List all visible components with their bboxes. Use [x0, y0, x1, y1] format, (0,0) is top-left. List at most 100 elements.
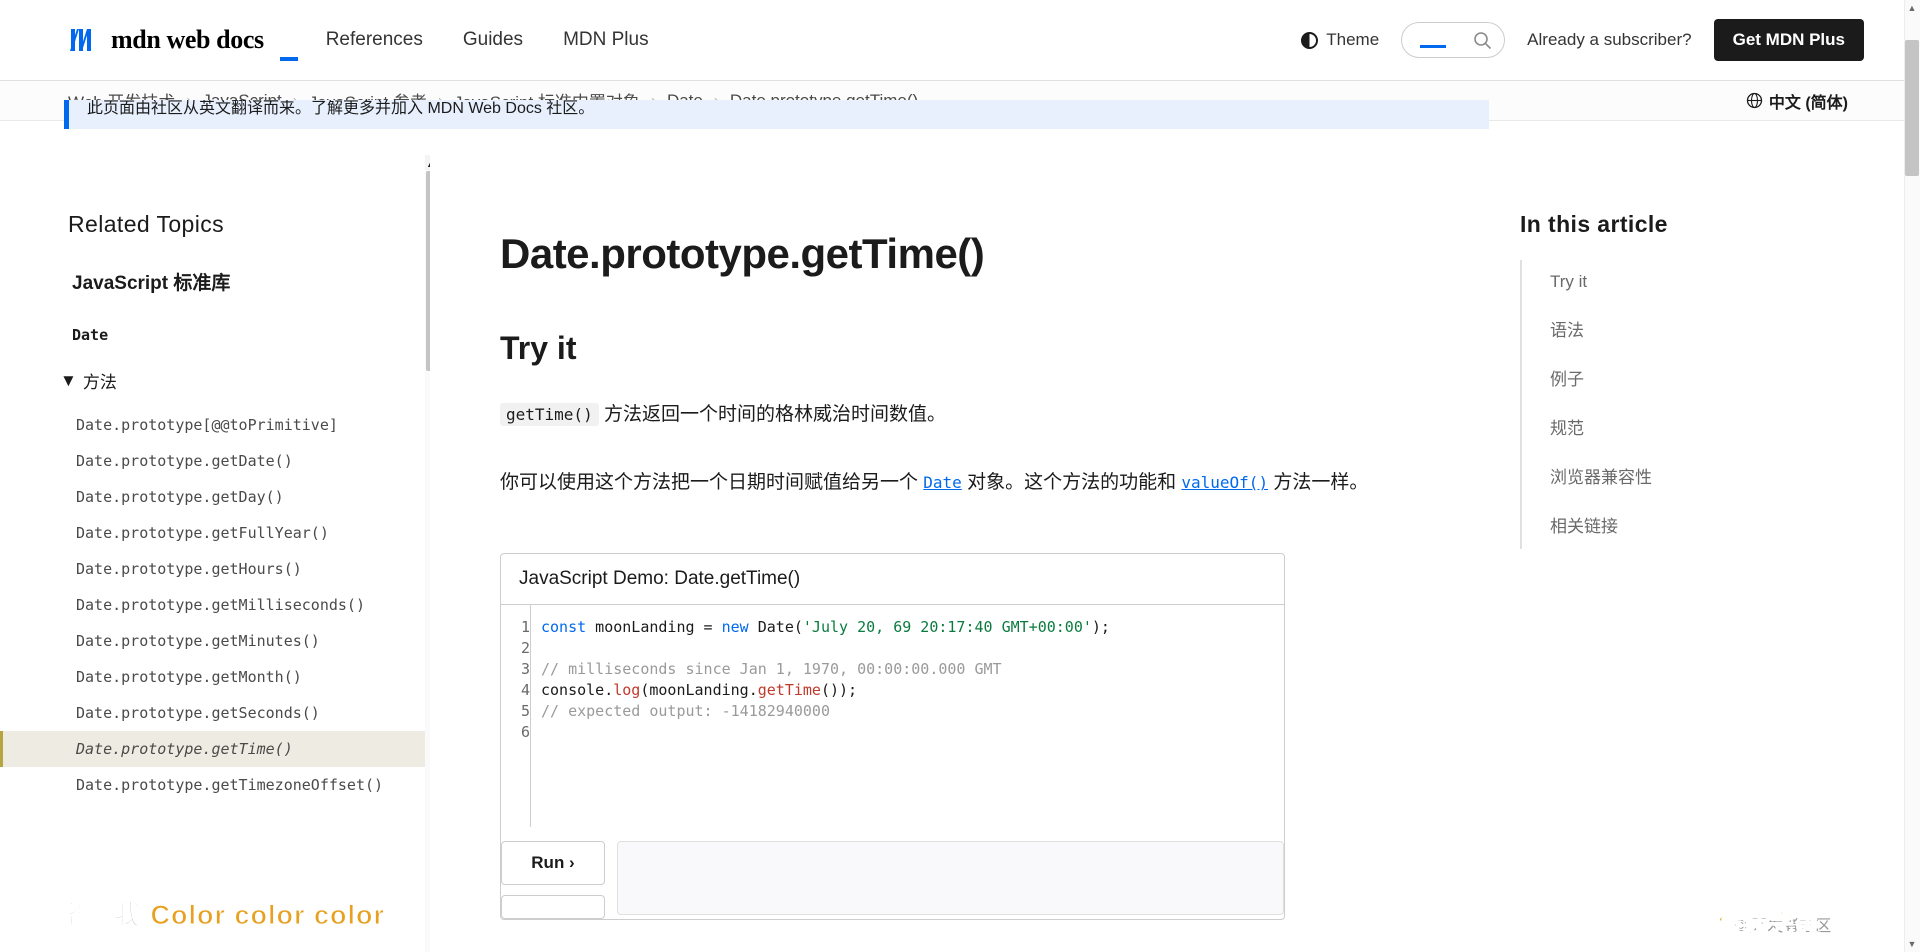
- list-item: 相关链接: [1550, 500, 1850, 549]
- reset-button[interactable]: [501, 894, 605, 919]
- search-caret: [1420, 45, 1447, 48]
- scroll-up-icon[interactable]: ▲: [1904, 0, 1920, 16]
- mdn-logo[interactable]: mdn web docs: [68, 25, 298, 61]
- list-item: Date.prototype.getMilliseconds(): [0, 587, 430, 623]
- toc-item-try-it[interactable]: Try it: [1550, 260, 1850, 304]
- list-item: 例子: [1550, 353, 1850, 402]
- sidebar-item-getday[interactable]: Date.prototype.getDay(): [0, 479, 430, 515]
- sidebar-group-date: Date: [72, 326, 109, 344]
- sidebar-item-gettimezoneoffset[interactable]: Date.prototype.getTimezoneOffset(): [0, 767, 430, 803]
- sidebar-item-getseconds[interactable]: Date.prototype.getSeconds(): [0, 695, 430, 731]
- toc-item-spec[interactable]: 规范: [1550, 402, 1850, 451]
- list-item: Try it: [1550, 260, 1850, 304]
- description-text-c: 方法一样。: [1268, 472, 1369, 494]
- demo-controls: Run ›: [501, 827, 1284, 919]
- toc-title: In this article: [1520, 211, 1668, 237]
- link-date[interactable]: Date: [923, 473, 962, 492]
- link-valueof[interactable]: valueOf(): [1181, 473, 1268, 492]
- line-number: 2: [520, 638, 530, 657]
- sidebar-subtitle: JavaScript 标准库: [72, 273, 231, 294]
- description-paragraph: 你可以使用这个方法把一个日期时间赋值给另一个 Date 对象。这个方法的功能和 …: [500, 468, 1460, 498]
- list-item: Date.prototype.getSeconds(): [0, 695, 430, 731]
- in-this-article-toc: In this article Try it 语法 例子 规范 浏览器兼容性 相…: [1520, 155, 1850, 549]
- code-body[interactable]: const moonLanding = new Date('July 20, 6…: [531, 605, 1284, 827]
- code-token-string: 'July 20, 69 20:17:40 GMT+00:00': [802, 617, 1092, 636]
- sidebar-item-getmonth[interactable]: Date.prototype.getMonth(): [0, 659, 430, 695]
- sidebar-methods-label: 方法: [82, 373, 117, 392]
- get-mdn-plus-button[interactable]: Get MDN Plus: [1713, 19, 1864, 61]
- scroll-down-icon[interactable]: ▼: [1904, 936, 1920, 952]
- list-item: Date.prototype.getFullYear(): [0, 515, 430, 551]
- run-button[interactable]: Run ›: [501, 840, 605, 885]
- description-text-a: 你可以使用这个方法把一个日期时间赋值给另一个: [500, 472, 924, 494]
- intro-paragraph: getTime() 方法返回一个时间的格林威治时间数值。: [500, 400, 1460, 430]
- page-title: Date.prototype.getTime(): [500, 230, 985, 277]
- language-label: 中文 (简体): [1768, 94, 1848, 112]
- sidebar-item-getfullyear[interactable]: Date.prototype.getFullYear(): [0, 515, 430, 551]
- code-token-log: log: [613, 680, 641, 699]
- mdn-logo-underscore: [280, 57, 298, 61]
- theme-switcher[interactable]: Theme: [1301, 30, 1379, 50]
- toc-item-syntax[interactable]: 语法: [1550, 304, 1850, 353]
- list-item: Date.prototype.getHours(): [0, 551, 430, 587]
- demo-button-column: Run ›: [501, 840, 605, 919]
- code-token-close: ());: [820, 680, 858, 699]
- sidebar-item-getdate[interactable]: Date.prototype.getDate(): [0, 443, 430, 479]
- search-icon: [1474, 31, 1492, 49]
- sidebar-title: Related Topics: [68, 211, 225, 237]
- footer-copyright: © 开发者社区: [1735, 918, 1832, 935]
- code-comment-expected: // expected output: -14182940000: [541, 701, 830, 720]
- sidebar-item-toprimitive[interactable]: Date.prototype[@@toPrimitive]: [0, 407, 430, 443]
- sidebar-item-getmilliseconds[interactable]: Date.prototype.getMilliseconds(): [0, 587, 430, 623]
- code-token-gettime: getTime: [757, 680, 821, 699]
- sidebar-item-gethours[interactable]: Date.prototype.getHours(): [0, 551, 430, 587]
- line-number: 3: [520, 659, 530, 678]
- interactive-demo: JavaScript Demo: Date.getTime() 1 2 3 4 5 6 c…: [500, 552, 1285, 920]
- language-selector[interactable]: 中文 (简体): [1746, 89, 1848, 113]
- sidebar-item-gettime[interactable]: Date.prototype.getTime(): [0, 731, 430, 767]
- nav-item-references[interactable]: References: [326, 29, 423, 51]
- already-subscriber-link[interactable]: Already a subscriber?: [1527, 30, 1691, 50]
- list-item: Date.prototype.getTimezoneOffset(): [0, 767, 430, 803]
- nav-item-mdn-plus[interactable]: MDN Plus: [563, 29, 649, 51]
- code-editor[interactable]: 1 2 3 4 5 6 const moonLanding = new Date('Jul…: [501, 604, 1284, 827]
- article-content: Date.prototype.getTime() Try it getTime(…: [500, 155, 1460, 952]
- sidebar-method-list: Date.prototype[@@toPrimitive] Date.proto…: [0, 407, 430, 803]
- code-token-console: console.: [541, 680, 614, 699]
- toc-list: Try it 语法 例子 规范 浏览器兼容性 相关链接: [1520, 260, 1850, 549]
- line-number: 5: [520, 701, 530, 720]
- sidebar-methods-toggle[interactable]: ▼ 方法: [60, 368, 430, 393]
- list-item: Date.prototype.getTime(): [0, 731, 430, 767]
- list-item: 语法: [1550, 304, 1850, 353]
- demo-title: JavaScript Demo: Date.getTime(): [501, 554, 1284, 605]
- sidebar-scrollbar-thumb[interactable]: [426, 171, 430, 371]
- list-item: Date.prototype[@@toPrimitive]: [0, 407, 430, 443]
- page-scrollbar-track[interactable]: ▲ ▼: [1904, 0, 1920, 952]
- search-input[interactable]: [1401, 22, 1506, 58]
- code-token-ctor: Date(: [748, 617, 803, 636]
- list-item: Date.prototype.getDate(): [0, 443, 430, 479]
- globe-icon: [1746, 92, 1763, 109]
- header-actions: Theme Already a subscriber? Get MDN Plus: [1301, 19, 1864, 61]
- sidebar-item-getminutes[interactable]: Date.prototype.getMinutes(): [0, 623, 430, 659]
- toc-item-examples[interactable]: 例子: [1550, 353, 1850, 402]
- line-number: 1: [520, 617, 530, 636]
- line-number: 6: [520, 722, 530, 741]
- mdn-docs-page: mdn web docs References Guides MDN Plus …: [0, 0, 1920, 952]
- primary-nav: References Guides MDN Plus: [326, 29, 649, 51]
- page-scrollbar-thumb[interactable]: [1905, 40, 1919, 176]
- site-header: mdn web docs References Guides MDN Plus …: [0, 0, 1904, 81]
- description-text-b: 对象。这个方法的功能和: [961, 472, 1182, 494]
- translation-banner: 此页面由社区从英文翻译而来。了解更多并加入 MDN Web Docs 社区。: [64, 100, 1489, 129]
- demo-output-panel: [617, 840, 1284, 915]
- code-token-var: moonLanding =: [586, 617, 722, 636]
- line-number: 4: [520, 680, 530, 699]
- toc-item-compat[interactable]: 浏览器兼容性: [1550, 451, 1850, 500]
- theme-label: Theme: [1326, 30, 1380, 49]
- sidebar-scroll-up-icon[interactable]: ▲: [425, 155, 430, 171]
- toc-item-see-also[interactable]: 相关链接: [1550, 500, 1850, 549]
- mdn-logo-icon: [70, 29, 91, 51]
- nav-item-guides[interactable]: Guides: [463, 29, 523, 51]
- list-item: 规范: [1550, 402, 1850, 451]
- code-token-args: (moonLanding.: [640, 680, 758, 699]
